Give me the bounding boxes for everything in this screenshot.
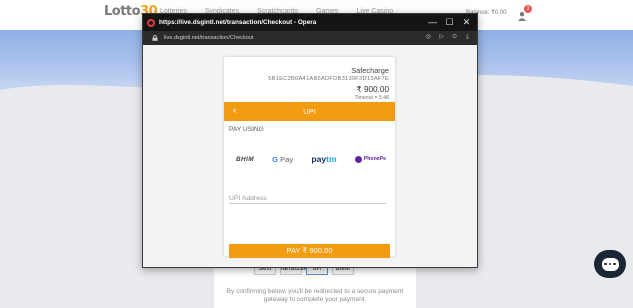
upi-header-title: UPI [303,107,316,116]
close-button[interactable]: ✕ [458,14,475,31]
send-icon[interactable]: ▷ [438,34,445,41]
snapshot-icon[interactable]: ⊙ [451,34,458,41]
url-text: live.dsgintl.net/transaction/Checkout [164,35,254,41]
upi-address-input[interactable] [229,194,386,204]
lock-icon [152,35,158,41]
paytm-pay-text: pay [311,154,327,164]
window-title: https://live.dsgintl.net/transaction/Che… [159,19,317,26]
google-g-logo: G [272,154,278,164]
browser-popup-window: https://live.dsgintl.net/transaction/Che… [142,13,478,268]
address-bar[interactable]: live.dsgintl.net/transaction/Checkout ◎ … [143,31,477,45]
upi-header-bar: ‹ UPI [224,102,395,121]
upi-app-list: BHIM G Pay pay tm PhonePe [236,153,386,165]
download-icon[interactable]: ⤓ [464,34,471,41]
phonepe-label: PhonePe [363,156,386,162]
phonepe-logo-icon [354,155,362,163]
paytm-tm-text: tm [326,154,337,164]
window-controls: — ☐ ✕ [424,14,475,31]
opera-logo-icon [147,18,155,27]
merchant-name: Safecharge [351,66,389,75]
redirect-disclaimer: By confirming below, you'll be redirecte… [226,288,404,303]
maximize-button[interactable]: ☐ [441,14,458,31]
gpay-label: Pay [280,154,294,164]
window-titlebar[interactable]: https://live.dsgintl.net/transaction/Che… [143,14,477,31]
bhim-app-option[interactable]: BHIM [236,153,254,165]
checkout-card: Safecharge 5B1EC2B0A41AB5ADFDB3139F3D13A… [224,57,395,258]
page-viewport: Safecharge 5B1EC2B0A41AB5ADFDB3139F3D13A… [143,45,477,267]
notification-badge: 3 [524,5,532,13]
logo-text: Lotto [104,4,141,19]
paytm-app-option[interactable]: pay tm [311,153,336,165]
minimize-button[interactable]: — [424,14,441,31]
google-pay-app-option[interactable]: G Pay [272,153,293,165]
payment-amount: ₹ 900.00 [356,85,389,94]
transaction-id: 5B1EC2B0A41AB5ADFDB3139F3D13AF7E [268,76,389,82]
pay-using-label: PAY USING [229,126,264,133]
address-bar-icons: ◎ ▷ ⊙ ⤓ [425,34,471,41]
pay-button[interactable]: PAY ₹ 900.00 [229,244,390,258]
vpn-icon[interactable]: ◎ [425,34,432,41]
chat-button[interactable] [594,250,626,278]
phonepe-app-option[interactable]: PhonePe [354,153,386,165]
session-timeout: Timeout = 5:48 [354,95,389,101]
chat-bubble-icon [601,257,619,271]
bhim-logo: BHIM [236,155,254,163]
